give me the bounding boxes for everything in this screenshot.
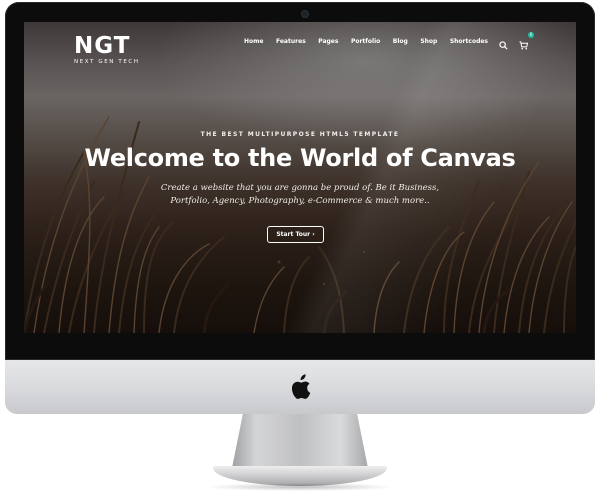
camera-icon: [302, 11, 308, 17]
nav-item-portfolio[interactable]: Portfolio: [351, 38, 380, 45]
logo-subtitle: NEXT GEN TECH: [74, 59, 140, 65]
hero-headline: Welcome to the World of Canvas: [84, 144, 516, 172]
cart-icon[interactable]: 0: [519, 32, 534, 50]
hero-subtext: Create a website that you are gonna be p…: [160, 183, 440, 206]
cart-count-badge: 0: [528, 32, 534, 38]
search-icon[interactable]: [499, 37, 508, 50]
start-tour-button[interactable]: Start Tour ›: [267, 226, 324, 243]
nav-item-features[interactable]: Features: [276, 38, 306, 45]
site-logo[interactable]: NGT NEXT GEN TECH: [74, 34, 140, 65]
nav-item-shortcodes[interactable]: Shortcodes: [450, 38, 488, 45]
hero-tagline: THE BEST MULTIPURPOSE HTML5 TEMPLATE: [200, 131, 400, 138]
main-nav: Home Features Pages Portfolio Blog Shop …: [232, 32, 534, 50]
apple-logo-icon: [291, 374, 311, 399]
nav-item-home[interactable]: Home: [244, 38, 263, 45]
imac-mockup: NGT NEXT GEN TECH Home Features Pages Po…: [0, 0, 600, 502]
nav-item-shop[interactable]: Shop: [420, 38, 437, 45]
nav-item-blog[interactable]: Blog: [393, 38, 408, 45]
monitor-stand-neck: [232, 414, 368, 468]
logo-mark: NGT: [74, 33, 131, 59]
nav-item-pages[interactable]: Pages: [318, 38, 338, 45]
website-screen: NGT NEXT GEN TECH Home Features Pages Po…: [24, 22, 576, 333]
stand-shadow: [205, 483, 395, 491]
grass-background: [24, 116, 576, 333]
